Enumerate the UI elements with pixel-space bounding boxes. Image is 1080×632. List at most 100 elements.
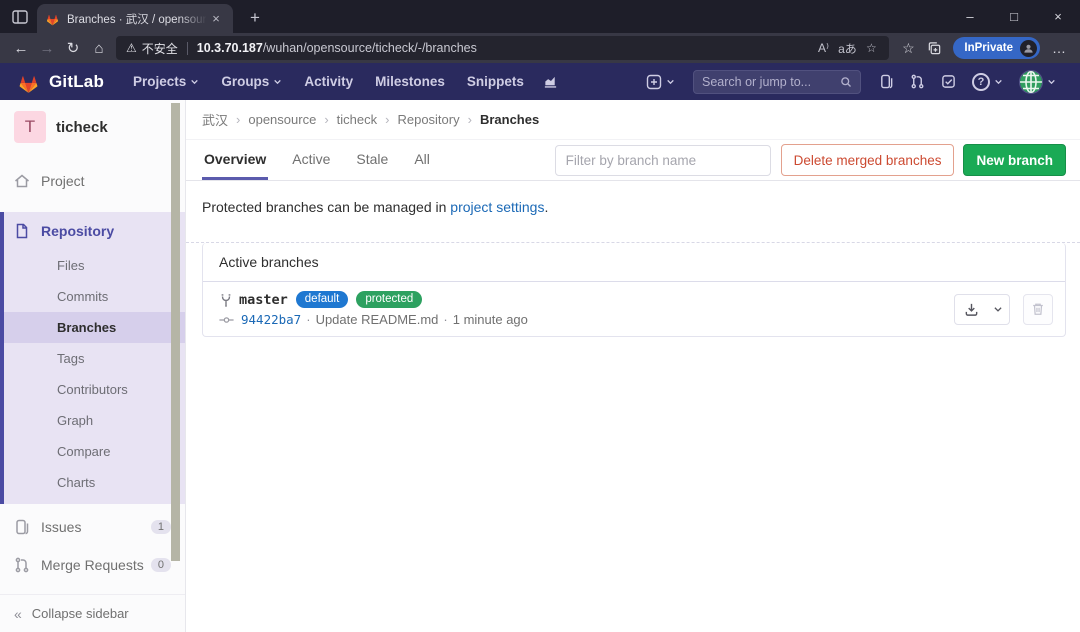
- nav-groups[interactable]: Groups: [221, 74, 282, 89]
- branches-tabs: Overview Active Stale All: [202, 140, 454, 180]
- search-input[interactable]: [702, 75, 840, 89]
- instance-statistics-icon[interactable]: [543, 74, 558, 89]
- nav-activity[interactable]: Activity: [304, 74, 353, 89]
- commit-sha-link[interactable]: 94422ba7: [241, 312, 301, 327]
- home-icon[interactable]: ⌂: [86, 36, 112, 60]
- translate-icon[interactable]: aあ: [835, 40, 859, 57]
- protected-badge: protected: [356, 291, 422, 308]
- project-settings-link[interactable]: project settings: [450, 199, 544, 215]
- not-secure-label[interactable]: 不安全: [142, 40, 178, 57]
- user-menu[interactable]: [1019, 70, 1056, 94]
- home-icon: [14, 173, 30, 189]
- search-icon: [840, 76, 852, 88]
- sidebar-item-graph[interactable]: Graph: [4, 405, 185, 436]
- filter-branch-input[interactable]: [555, 145, 771, 176]
- tab-all[interactable]: All: [412, 140, 432, 180]
- collections-icon[interactable]: [921, 36, 947, 60]
- gitlab-logo[interactable]: GitLab: [16, 70, 104, 94]
- new-tab-button[interactable]: +: [243, 7, 267, 29]
- breadcrumb-separator: ›: [324, 112, 328, 127]
- breadcrumb-group[interactable]: 武汉: [202, 110, 228, 129]
- nav-projects[interactable]: Projects: [133, 74, 199, 89]
- browser-tab[interactable]: Branches · 武汉 / opensource / t ×: [37, 4, 233, 33]
- commit-time: 1 minute ago: [453, 312, 528, 327]
- sidebar-item-issues[interactable]: Issues 1: [0, 508, 185, 546]
- gitlab-navbar-right: ?: [638, 70, 1064, 94]
- refresh-icon[interactable]: ↻: [60, 36, 86, 60]
- minimize-button[interactable]: –: [948, 0, 992, 33]
- read-aloud-icon[interactable]: A⁾: [811, 41, 835, 55]
- settings-more-icon[interactable]: …: [1046, 36, 1072, 60]
- project-avatar: T: [14, 111, 46, 143]
- breadcrumb-separator: ›: [236, 112, 240, 127]
- active-branches-header: Active branches: [203, 243, 1065, 282]
- project-header[interactable]: T ticheck: [0, 100, 185, 152]
- favorites-icon[interactable]: ☆: [895, 36, 921, 60]
- note-text: Protected branches can be managed in: [202, 199, 446, 215]
- not-secure-warning-icon: ⚠: [126, 41, 137, 55]
- breadcrumb-repository[interactable]: Repository: [397, 112, 459, 127]
- browser-tabstrip: Branches · 武汉 / opensource / t × + – □ ×: [0, 0, 1080, 33]
- inprivate-badge[interactable]: InPrivate: [953, 37, 1040, 59]
- delete-branch-button[interactable]: [1023, 294, 1053, 325]
- breadcrumb-project[interactable]: ticheck: [337, 112, 377, 127]
- gitlab-menu: Projects Groups Activity Milestones Snip…: [122, 74, 566, 89]
- download-button[interactable]: [955, 295, 987, 324]
- tab-overview[interactable]: Overview: [202, 140, 268, 180]
- sidebar-item-charts[interactable]: Charts: [4, 467, 185, 498]
- merge-requests-nav-icon[interactable]: [910, 74, 925, 89]
- commit-info: 94422ba7 · Update README.md · 1 minute a…: [219, 312, 954, 327]
- download-dropdown-caret[interactable]: [987, 295, 1009, 324]
- toolbar-right: ☆ InPrivate …: [895, 36, 1072, 60]
- mr-count-badge: 0: [151, 558, 171, 572]
- breadcrumb-separator: ›: [385, 112, 389, 127]
- global-search[interactable]: [693, 70, 861, 94]
- forward-icon[interactable]: →: [34, 36, 60, 60]
- help-menu[interactable]: ?: [972, 73, 1003, 91]
- branch-icon: [219, 293, 233, 307]
- project-sidebar: T ticheck Project Repository Files Commi…: [0, 100, 186, 632]
- tab-stale[interactable]: Stale: [354, 140, 390, 180]
- todos-nav-icon[interactable]: [941, 74, 956, 89]
- sidebar-item-branches[interactable]: Branches: [4, 312, 185, 343]
- branch-row: master default protected 94422ba7 · Upda…: [203, 282, 1065, 336]
- nav-snippets[interactable]: Snippets: [467, 74, 524, 89]
- breadcrumb-subgroup[interactable]: opensource: [248, 112, 316, 127]
- new-branch-button[interactable]: New branch: [963, 144, 1066, 176]
- tab-active[interactable]: Active: [290, 140, 332, 180]
- nav-groups-label: Groups: [221, 74, 269, 89]
- nav-snippets-label: Snippets: [467, 74, 524, 89]
- sidebar-item-repository[interactable]: Repository: [4, 212, 185, 250]
- issues-nav-icon[interactable]: [879, 74, 894, 89]
- sidebar-item-tags[interactable]: Tags: [4, 343, 185, 374]
- sidebar-item-contributors[interactable]: Contributors: [4, 374, 185, 405]
- protected-branches-note: Protected branches can be managed in pro…: [186, 181, 1080, 233]
- maximize-button[interactable]: □: [992, 0, 1036, 33]
- collapse-sidebar-button[interactable]: « Collapse sidebar: [0, 594, 185, 632]
- nav-milestones[interactable]: Milestones: [375, 74, 445, 89]
- commit-icon: [219, 314, 234, 326]
- close-button[interactable]: ×: [1036, 0, 1080, 33]
- trash-icon: [1031, 302, 1045, 316]
- address-bar[interactable]: ⚠ 不安全 10.3.70.187 /wuhan/opensource/tich…: [116, 36, 889, 60]
- user-avatar: [1019, 70, 1043, 94]
- browser-window: Branches · 武汉 / opensource / t × + – □ ×…: [0, 0, 1080, 632]
- sidebar-item-files[interactable]: Files: [4, 250, 185, 281]
- tab-close-icon[interactable]: ×: [207, 10, 225, 28]
- sidebar-scrollbar[interactable]: [171, 103, 180, 561]
- sidebar-item-commits[interactable]: Commits: [4, 281, 185, 312]
- add-favorite-star-icon[interactable]: ☆: [859, 41, 883, 55]
- delete-merged-branches-button[interactable]: Delete merged branches: [781, 144, 955, 176]
- gitlab-navbar: GitLab Projects Groups Activity Mileston…: [0, 63, 1080, 100]
- sidebar-item-compare[interactable]: Compare: [4, 436, 185, 467]
- sidebar-item-merge-requests[interactable]: Merge Requests 0: [0, 546, 185, 584]
- workspace-menu-icon[interactable]: [10, 7, 30, 27]
- back-icon[interactable]: ←: [8, 36, 34, 60]
- issues-icon: [14, 519, 30, 535]
- project-name: ticheck: [56, 119, 108, 136]
- address-divider: [187, 42, 188, 55]
- new-menu-icon[interactable]: [646, 74, 675, 90]
- active-branches-card: Active branches master default protected: [202, 243, 1066, 337]
- tab-title: Branches · 武汉 / opensource / t: [67, 11, 207, 27]
- sidebar-item-project[interactable]: Project: [0, 162, 185, 200]
